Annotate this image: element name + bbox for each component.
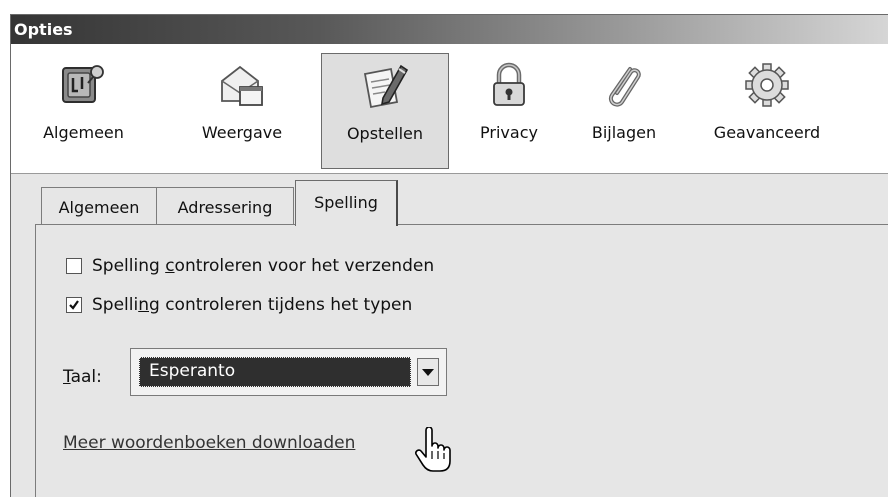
tab-adressering[interactable]: Adressering — [156, 187, 294, 224]
checkmark-icon — [69, 300, 79, 310]
toolbar-item-label: Bijlagen — [591, 123, 657, 142]
toolbar-item-weergave[interactable]: Weergave — [187, 53, 297, 169]
check-while-typing-label: Spelling controleren tijdens het typen — [92, 295, 413, 315]
tab-label: Adressering — [177, 198, 273, 217]
paperclip-icon — [600, 61, 648, 109]
hand-pointer-icon — [415, 427, 451, 472]
toolbar-item-opstellen[interactable]: Opstellen — [321, 53, 449, 169]
display-window-icon — [218, 61, 266, 109]
tab-algemeen[interactable]: Algemeen — [41, 187, 157, 224]
window-title: Opties — [14, 20, 73, 39]
options-dialog: Opties Algemeen Weergave Opstellen Priva… — [10, 14, 888, 497]
toolbar-item-label: Algemeen — [43, 123, 124, 142]
toolbar-item-geavanceerd[interactable]: Geavanceerd — [694, 53, 840, 169]
toolbar-item-algemeen[interactable]: Algemeen — [34, 53, 133, 169]
compose-pen-icon — [361, 62, 409, 110]
download-dictionaries-link[interactable]: Meer woordenboeken downloaden — [63, 433, 355, 453]
gear-icon — [743, 61, 791, 109]
language-select[interactable]: Esperanto — [130, 348, 447, 396]
toolbar-item-label: Geavanceerd — [713, 123, 821, 142]
toolbar-item-label: Privacy — [480, 123, 538, 142]
language-dropdown-button[interactable] — [417, 358, 439, 386]
padlock-icon — [485, 61, 533, 109]
toolbar-item-label: Weergave — [201, 123, 283, 142]
toolbar-item-label: Opstellen — [346, 124, 424, 143]
chevron-down-icon — [422, 369, 434, 376]
category-toolbar: Algemeen Weergave Opstellen Privacy Bijl… — [11, 44, 888, 174]
toolbar-item-bijlagen[interactable]: Bijlagen — [576, 53, 672, 169]
toolbar-item-privacy[interactable]: Privacy — [463, 53, 555, 169]
tab-label: Algemeen — [58, 198, 140, 217]
tab-spelling[interactable]: Spelling — [295, 180, 398, 226]
general-switch-icon — [60, 61, 108, 109]
check-while-typing-checkbox[interactable] — [66, 297, 82, 313]
check-before-send-checkbox[interactable] — [66, 258, 82, 274]
check-before-send-label: Spelling controleren voor het verzenden — [92, 256, 435, 276]
language-selected-text: Esperanto — [149, 361, 236, 381]
tab-label: Spelling — [314, 193, 378, 212]
title-bar[interactable]: Opties — [11, 15, 888, 44]
language-select-value[interactable]: Esperanto — [139, 357, 411, 387]
language-label: Taal: — [63, 367, 102, 387]
